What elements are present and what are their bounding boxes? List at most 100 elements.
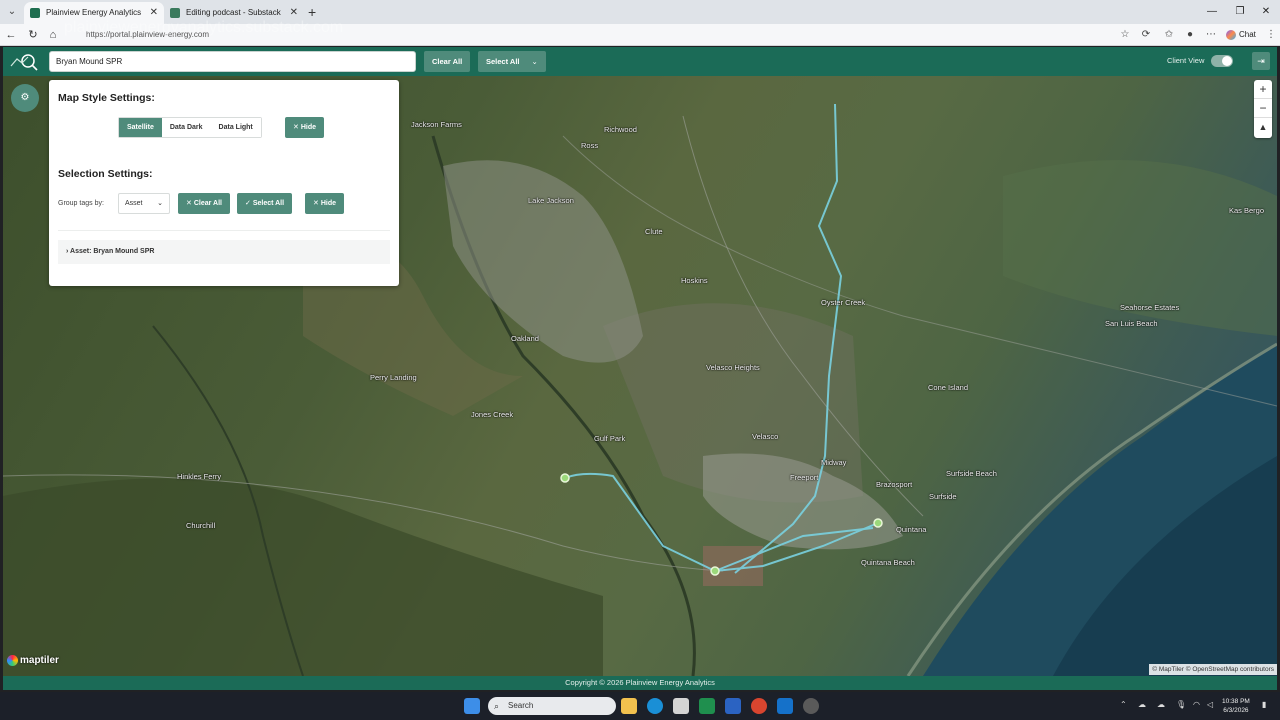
place-label: Hinkles Ferry [177,472,222,481]
system-clock[interactable]: 10:38 PM 6/3/2026 [1222,697,1250,715]
volume-icon[interactable]: ◁ [1207,700,1213,709]
refresh-page-icon[interactable]: ⟳ [1138,27,1154,43]
file-explorer-icon[interactable] [621,698,637,714]
app-footer: Copyright © 2026 Plainview Energy Analyt… [3,676,1277,690]
edge-browser-icon[interactable] [647,698,663,714]
place-label: Oakland [511,334,539,343]
toggle-knob [1222,56,1232,66]
client-view-toggle[interactable] [1211,55,1233,67]
zoom-out-button[interactable]: − [1254,99,1272,118]
onedrive-icon[interactable]: ☁ [1157,700,1165,709]
place-label: Quintana Beach [861,558,915,567]
app-header: Bryan Mound SPR Clear All Select All ⌄ Cl… [3,47,1277,76]
satellite-map[interactable]: Jackson Farms Richwood Ross Lake Jackson… [3,76,1277,676]
favorite-star-icon[interactable]: ☆ [1117,27,1133,43]
map-zoom-control: + − ▲ [1254,80,1272,138]
map-attribution[interactable]: © MapTiler © OpenStreetMap contributors [1149,664,1277,675]
search-icon: ⌕ [494,701,500,711]
group-by-select[interactable]: Asset ⌄ [118,193,170,214]
maximize-icon[interactable]: ❐ [1226,0,1254,24]
notification-icon[interactable]: ▮ [1262,700,1266,709]
pdf-app-icon[interactable] [751,698,767,714]
close-icon: ✕ [186,200,194,207]
place-label: Jackson Farms [411,120,462,129]
panel-select-all-button[interactable]: ✓ Select All [237,193,293,214]
maptiler-logo[interactable]: maptiler [7,655,59,666]
compass-reset-icon[interactable]: ▲ [1254,118,1272,137]
group-by-label: Group tags by: [58,200,104,207]
maptiler-mark-icon [7,655,18,666]
back-icon[interactable]: ← [2,26,20,44]
place-label: Oyster Creek [821,298,866,307]
header-clear-all-button[interactable]: Clear All [424,51,471,72]
place-label: Midway [821,458,847,467]
tab-title: Plainview Energy Analytics [46,8,142,17]
app-icon[interactable] [673,698,689,714]
close-window-icon[interactable]: ✕ [1252,0,1280,24]
copilot-icon [1226,29,1236,40]
place-label: Hoskins [681,276,708,285]
copilot-chat-button[interactable]: Chat [1226,27,1256,43]
chevron-down-icon: ⌄ [531,57,538,66]
map-style-segmented-control: Satellite Data Dark Data Light [118,117,262,138]
logout-icon[interactable]: ⇥ [1252,52,1270,70]
place-label: Clute [645,227,663,236]
place-label: Seahorse Estates [1120,303,1180,312]
plainview-favicon-icon [30,8,40,18]
microphone-icon[interactable]: 🎙 [1176,700,1186,709]
place-label: Velasco [752,432,779,441]
select-all-label: Select All [252,200,285,207]
excel-icon[interactable] [699,698,715,714]
panel-divider [58,230,390,231]
select-all-label: Select All [486,57,520,66]
place-label: Brazosport [876,480,913,489]
taskbar-search-label: Search [508,701,534,710]
place-label: Kas Bergo [1229,206,1265,215]
windows-start-icon[interactable] [464,698,480,714]
place-label: Ross [581,141,599,150]
style-satellite-button[interactable]: Satellite [119,118,162,137]
word-icon[interactable] [725,698,741,714]
profile-avatar-icon[interactable]: ● [1182,27,1198,43]
tab-actions-menu-icon[interactable]: ⌄ [4,4,20,20]
header-select-all-button[interactable]: Select All ⌄ [478,51,546,72]
place-label: Velasco Heights [706,363,760,372]
wifi-icon[interactable]: ◠ [1193,700,1200,709]
check-icon: ✓ [245,200,253,207]
favorites-icon[interactable]: ✩ [1161,27,1177,43]
app-window: Bryan Mound SPR Clear All Select All ⌄ Cl… [3,47,1277,690]
tray-chevron-icon[interactable]: ⌃ [1120,700,1127,709]
minimize-icon[interactable]: — [1198,0,1226,24]
tray-cloud-icon[interactable]: ☁ [1138,700,1146,709]
substack-favicon-icon [170,8,180,18]
group-by-value: Asset [125,200,143,207]
place-label: Lake Jackson [528,196,574,205]
more-options-icon[interactable]: ⋯ [1203,27,1219,43]
close-icon: ✕ [293,124,301,131]
panel-clear-all-button[interactable]: ✕ Clear All [178,193,230,214]
place-label: Churchill [186,521,216,530]
sidebar-toggle-icon[interactable]: ⋮ [1263,27,1279,43]
place-label: Freeport [790,473,819,482]
windows-taskbar: ⌕ Search ⌃ ☁ ☁ 🎙 ◠ ◁ 10:38 PM 6/3/2026 ▮ [0,692,1280,720]
chrome-icon[interactable] [803,698,819,714]
clear-all-label: Clear All [193,200,222,207]
style-data-dark-button[interactable]: Data Dark [161,118,211,137]
asset-search-input[interactable]: Bryan Mound SPR [49,51,416,72]
chat-label: Chat [1239,30,1256,39]
hide-label: Hide [300,124,316,131]
taskbar-search-box[interactable]: ⌕ Search [488,697,616,715]
maptiler-brand-text: maptiler [20,655,59,667]
hide-map-style-button[interactable]: ✕ Hide [285,117,324,138]
place-label: Gulf Park [594,434,626,443]
place-label: Quintana [896,525,927,534]
home-icon[interactable]: ⌂ [44,26,62,44]
style-data-light-button[interactable]: Data Light [210,118,261,137]
reload-icon[interactable]: ↻ [24,26,42,44]
asset-group-row[interactable]: › Asset: Bryan Mound SPR [58,240,390,264]
map-settings-gear-icon[interactable]: ⚙ [11,84,39,112]
plainview-logo-icon [10,54,38,71]
hide-selection-button[interactable]: ✕ Hide [305,193,344,214]
outlook-icon[interactable] [777,698,793,714]
zoom-in-button[interactable]: + [1254,80,1272,99]
